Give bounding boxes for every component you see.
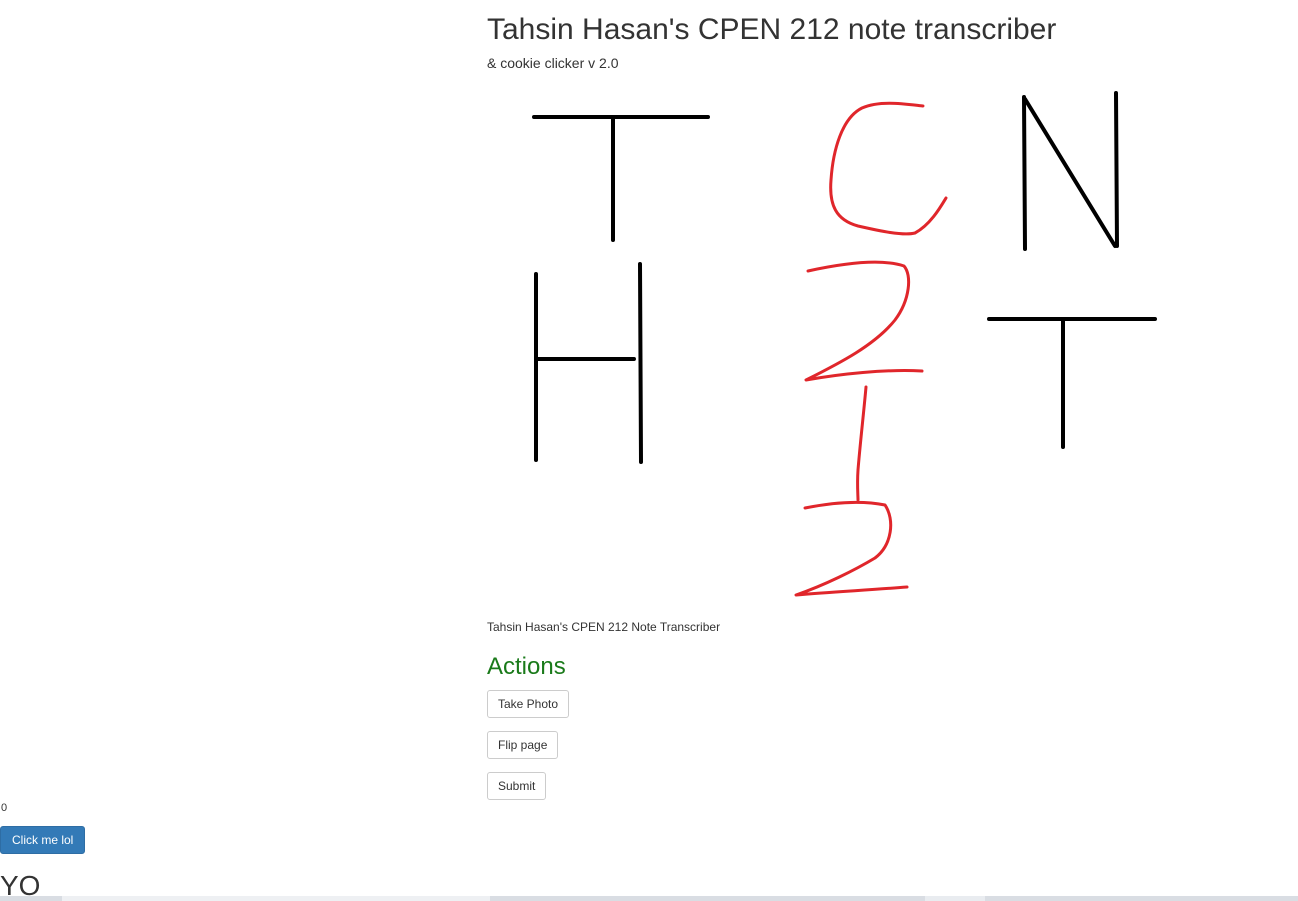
digit-1	[856, 385, 868, 502]
flip-page-button[interactable]: Flip page	[487, 731, 559, 759]
take-photo-button[interactable]: Take Photo	[487, 690, 570, 718]
digit-2-second	[794, 500, 909, 597]
handwritten-notes-image	[532, 91, 1157, 597]
click-counter: 0	[1, 802, 8, 814]
page-subtitle: & cookie clicker v 2.0	[487, 55, 619, 71]
page-title: Tahsin Hasan's CPEN 212 note transcriber	[487, 13, 1057, 46]
black-letters	[532, 91, 1157, 464]
bottom-strip-segment	[62, 896, 490, 901]
drawing-caption: Tahsin Hasan's CPEN 212 Note Transcriber	[487, 620, 721, 634]
letter-h	[534, 262, 643, 464]
submit-button[interactable]: Submit	[487, 772, 547, 800]
click-me-button[interactable]: Click me lol	[0, 826, 86, 854]
red-text	[794, 101, 948, 597]
actions-heading: Actions	[487, 653, 566, 680]
bottom-strip-segment	[925, 896, 985, 901]
letter-n	[1022, 91, 1119, 251]
letter-t-top	[532, 115, 710, 242]
letter-c	[829, 101, 948, 236]
digit-2-first	[804, 260, 924, 382]
bottom-edge-strip	[0, 896, 1298, 901]
letter-t-right	[987, 317, 1157, 449]
